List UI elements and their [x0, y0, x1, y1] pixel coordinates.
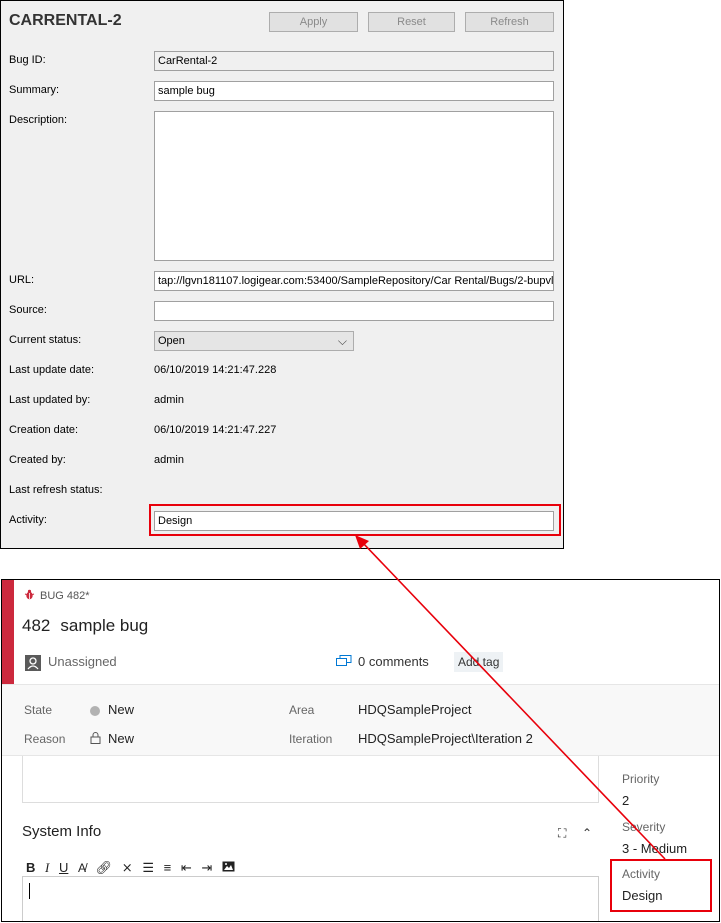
assignee-name: Unassigned: [48, 654, 117, 669]
created-by-label: Created by:: [9, 454, 66, 466]
state-dot-icon: [90, 705, 100, 716]
activity-highlight-box-bottom: [610, 859, 712, 912]
activity-highlight-box: [149, 504, 561, 536]
work-item-title[interactable]: 482 sample bug: [22, 616, 148, 636]
italic-icon[interactable]: I: [45, 860, 49, 876]
url-field[interactable]: tap://lgvn181107.logigear.com:53400/Samp…: [154, 271, 554, 291]
work-item-type-label: BUG 482*: [40, 589, 90, 602]
expand-icon[interactable]: ⛶: [558, 826, 566, 841]
work-item-title-text: sample bug: [60, 616, 149, 635]
description-field[interactable]: [154, 111, 554, 261]
avatar: [25, 654, 41, 671]
numbered-list-icon[interactable]: ≡: [164, 860, 172, 875]
priority-label: Priority: [622, 772, 660, 786]
summary-field[interactable]: sample bug: [154, 81, 554, 101]
description-label: Description:: [9, 114, 68, 126]
collapse-icon[interactable]: ⌃: [582, 826, 592, 840]
created-by-value: admin: [154, 454, 184, 466]
work-item-fields: State New Reason New Area HDQSampleProje…: [2, 684, 719, 756]
comments-link[interactable]: 0 comments: [336, 654, 429, 670]
activity-label: Activity:: [9, 514, 47, 526]
reason-field: New: [90, 731, 134, 747]
bug-id-field: CarRental-2: [154, 51, 554, 71]
panel-title: CARRENTAL-2: [9, 12, 122, 29]
area-label: Area: [289, 703, 315, 717]
creation-date-label: Creation date:: [9, 424, 79, 436]
text-caret: [29, 883, 30, 899]
iteration-value[interactable]: HDQSampleProject\Iteration 2: [358, 731, 533, 746]
work-item-id: 482: [22, 616, 51, 635]
last-updated-by-value: admin: [154, 394, 184, 406]
lock-icon: [90, 732, 101, 747]
chevron-down-icon: ⌵: [337, 334, 347, 348]
current-status-label: Current status:: [9, 334, 82, 346]
url-label: URL:: [9, 274, 35, 286]
last-update-date-value: 06/10/2019 14:21:47.228: [154, 364, 277, 376]
image-icon[interactable]: [222, 860, 235, 875]
state-label: State: [24, 703, 53, 717]
bullet-list-icon[interactable]: ☰: [142, 860, 154, 876]
rich-text-toolbar: B I U A̸ 🔗︎ ⨯ ☰ ≡ ⇤ ⇥: [26, 860, 241, 876]
state-field[interactable]: New: [90, 702, 134, 717]
underline-icon[interactable]: U: [59, 860, 68, 875]
creation-date-value: 06/10/2019 14:21:47.227: [154, 424, 277, 436]
area-value[interactable]: HDQSampleProject: [358, 702, 471, 717]
priority-value[interactable]: 2: [622, 793, 629, 808]
last-updated-by-label: Last updated by:: [9, 394, 91, 406]
refresh-button[interactable]: Refresh: [465, 12, 554, 32]
comments-count: 0 comments: [358, 654, 429, 669]
indent-icon[interactable]: ⇥: [201, 860, 212, 876]
reason-value: New: [108, 731, 135, 746]
current-status-select[interactable]: Open ⌵: [154, 331, 354, 351]
severity-value[interactable]: 3 - Medium: [622, 841, 687, 856]
system-info-heading: System Info: [22, 823, 102, 840]
apply-button[interactable]: Apply: [269, 12, 358, 32]
last-update-date-label: Last update date:: [9, 364, 95, 376]
state-value: New: [108, 702, 135, 717]
system-info-editor[interactable]: [22, 876, 599, 921]
iteration-label: Iteration: [289, 732, 333, 746]
summary-label: Summary:: [9, 84, 60, 96]
work-item-type-bar: [2, 580, 14, 684]
comment-icon: [336, 655, 352, 670]
last-refresh-status-label: Last refresh status:: [9, 484, 103, 496]
reset-button[interactable]: Reset: [368, 12, 455, 32]
add-tag-button[interactable]: Add tag: [454, 652, 504, 672]
assignee-picker[interactable]: Unassigned: [25, 654, 117, 671]
source-field[interactable]: [154, 301, 554, 321]
bug-icon: [24, 589, 35, 603]
source-label: Source:: [9, 304, 47, 316]
severity-label: Severity: [622, 820, 666, 834]
reason-label: Reason: [24, 732, 66, 746]
work-item-type: BUG 482*: [24, 589, 90, 603]
current-status-value: Open: [158, 335, 185, 347]
outdent-icon[interactable]: ⇤: [181, 860, 192, 876]
bold-icon[interactable]: B: [26, 860, 35, 875]
description-editor[interactable]: [22, 756, 599, 803]
format-icon[interactable]: A̸: [78, 861, 86, 875]
link-icon[interactable]: 🔗︎: [96, 860, 113, 876]
bug-id-label: Bug ID:: [9, 54, 46, 66]
bug-details-panel: CARRENTAL-2 Apply Reset Refresh Bug ID: …: [0, 0, 564, 549]
unlink-icon[interactable]: ⨯: [122, 860, 133, 876]
